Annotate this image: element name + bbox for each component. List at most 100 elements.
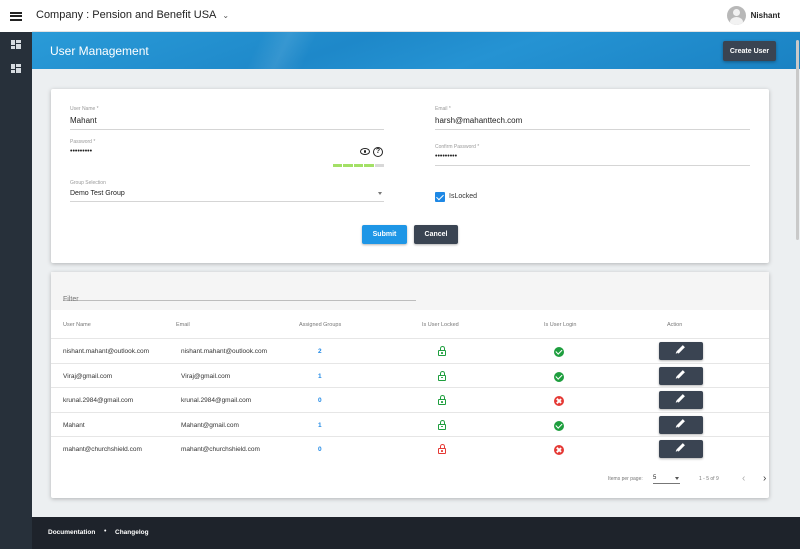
cell-assigned-groups[interactable]: 0 xyxy=(318,446,322,453)
group-select[interactable]: Group Selection Demo Test Group xyxy=(70,180,384,202)
edit-button[interactable] xyxy=(659,440,703,458)
cell-email: mahant@churchshield.com xyxy=(181,446,260,453)
header-email[interactable]: Email xyxy=(176,322,190,328)
cancel-circle-icon xyxy=(554,445,564,455)
table-row: mahant@churchshield.com mahant@churchshie… xyxy=(51,436,769,461)
filter-input[interactable]: Filter xyxy=(63,288,416,303)
password-label: Password * xyxy=(70,139,96,145)
page-title: User Management xyxy=(50,44,149,58)
confirm-password-label: Confirm Password * xyxy=(435,144,480,150)
cell-user-name: krunal.2984@gmail.com xyxy=(63,397,134,404)
cell-user-name: nishant.mahant@outlook.com xyxy=(63,348,150,355)
submit-button[interactable]: Submit xyxy=(362,225,407,244)
edit-button[interactable] xyxy=(659,415,703,434)
cell-email: krunal.2984@gmail.com xyxy=(181,397,252,404)
paginator: Items per page: 5 1 - 5 of 9 ‹ › xyxy=(51,470,769,490)
user-menu[interactable]: Nishant xyxy=(726,6,780,25)
footer-separator: • xyxy=(104,528,107,535)
user-name-label: User Name * xyxy=(70,106,99,112)
edit-button[interactable] xyxy=(659,342,703,360)
side-rail xyxy=(0,0,32,549)
chevron-left-icon[interactable]: ‹ xyxy=(742,473,745,484)
documentation-link[interactable]: Documentation xyxy=(48,529,95,536)
confirm-password-field[interactable]: Confirm Password * ••••••••• xyxy=(435,144,750,166)
check-circle-icon xyxy=(554,371,564,382)
header-assigned-groups[interactable]: Assigned Groups xyxy=(299,322,341,328)
table-row: Mahant Mahant@gmail.com 1 xyxy=(51,411,769,437)
company-name: Company : Pension and Benefit USA xyxy=(36,9,217,21)
footer: Documentation • Changelog xyxy=(32,517,800,549)
changelog-link[interactable]: Changelog xyxy=(115,529,149,536)
cell-assigned-groups[interactable]: 1 xyxy=(318,373,322,380)
cancel-button[interactable]: Cancel xyxy=(414,225,458,244)
islocked-checkbox[interactable] xyxy=(435,192,445,202)
cell-user-name: mahant@churchshield.com xyxy=(63,446,142,453)
pencil-icon xyxy=(676,345,685,354)
chevron-down-icon xyxy=(675,477,679,480)
email-label: Email * xyxy=(435,106,451,112)
cell-assigned-groups[interactable]: 2 xyxy=(318,348,322,355)
group-label: Group Selection xyxy=(70,180,106,186)
password-value: ••••••••• xyxy=(70,148,93,155)
filter-placeholder: Filter xyxy=(63,296,79,303)
page-range: 1 - 5 of 9 xyxy=(699,476,719,482)
password-strength-meter xyxy=(333,164,385,167)
email-value: harsh@mahanttech.com xyxy=(435,116,523,125)
cell-email: nishant.mahant@outlook.com xyxy=(181,348,268,355)
lock-icon xyxy=(438,444,446,454)
filter-bar: Filter xyxy=(51,272,769,310)
islocked-label: IsLocked xyxy=(449,193,478,200)
chevron-down-icon xyxy=(378,192,382,195)
email-field[interactable]: Email * harsh@mahanttech.com xyxy=(435,106,750,130)
cell-email: Mahant@gmail.com xyxy=(181,421,239,429)
confirm-password-value: ••••••••• xyxy=(435,153,458,160)
table-row: nishant.mahant@outlook.com nishant.mahant… xyxy=(51,338,769,363)
table-row: Viraj@gmail.com Viraj@gmail.com 1 xyxy=(51,362,769,388)
user-name-value: Mahant xyxy=(70,116,97,125)
unlock-icon xyxy=(438,346,446,356)
unlock-icon xyxy=(438,395,446,405)
header-user-name[interactable]: User Name xyxy=(63,322,91,328)
page-size-select[interactable]: 5 xyxy=(653,472,680,484)
dashboard-icon[interactable] xyxy=(11,40,21,49)
unlock-icon xyxy=(438,419,446,430)
cell-assigned-groups[interactable]: 1 xyxy=(318,422,322,429)
password-field[interactable]: Password * ••••••••• xyxy=(70,139,384,164)
menu-button[interactable] xyxy=(0,0,32,32)
chevron-right-icon[interactable]: › xyxy=(763,473,766,484)
check-circle-icon xyxy=(554,420,564,431)
cell-email: Viraj@gmail.com xyxy=(181,372,231,380)
page-header: User Management Create User xyxy=(32,32,800,69)
items-per-page-label: Items per page: xyxy=(608,476,643,482)
cancel-circle-icon xyxy=(554,396,564,406)
eye-icon[interactable] xyxy=(360,148,370,155)
dashboard-icon[interactable] xyxy=(11,64,21,73)
page-size-value: 5 xyxy=(653,475,657,481)
user-name-field[interactable]: User Name * Mahant xyxy=(70,106,384,130)
edit-button[interactable] xyxy=(659,391,703,409)
header-is-user-locked[interactable]: Is User Locked xyxy=(422,322,459,328)
edit-button[interactable] xyxy=(659,366,703,385)
company-selector[interactable]: Company : Pension and Benefit USA ⌄ xyxy=(36,9,229,21)
scrollbar[interactable] xyxy=(796,40,799,240)
pencil-icon xyxy=(676,394,685,403)
header-action: Action xyxy=(667,322,683,328)
cell-user-name: Viraj@gmail.com xyxy=(63,372,113,380)
users-table-card: Filter User Name Email Assigned Groups I… xyxy=(51,272,769,498)
avatar-icon xyxy=(726,6,746,25)
group-value: Demo Test Group xyxy=(70,190,125,197)
create-user-button[interactable]: Create User xyxy=(723,41,776,61)
help-icon[interactable]: ? xyxy=(373,147,383,157)
table-row: krunal.2984@gmail.com krunal.2984@gmail.c… xyxy=(51,387,769,412)
cell-assigned-groups[interactable]: 0 xyxy=(318,397,322,404)
user-name: Nishant xyxy=(750,11,780,20)
chevron-down-icon: ⌄ xyxy=(222,11,230,20)
pencil-icon xyxy=(676,418,685,427)
pencil-icon xyxy=(676,369,685,378)
top-bar: Company : Pension and Benefit USA ⌄ Nisha… xyxy=(32,0,800,32)
check-circle-icon xyxy=(554,347,564,357)
cell-user-name: Mahant xyxy=(63,421,85,429)
unlock-icon xyxy=(438,370,446,381)
user-form-card: User Name * Mahant Email * harsh@mahantt… xyxy=(51,89,769,263)
header-is-user-login[interactable]: Is User Login xyxy=(544,322,576,328)
